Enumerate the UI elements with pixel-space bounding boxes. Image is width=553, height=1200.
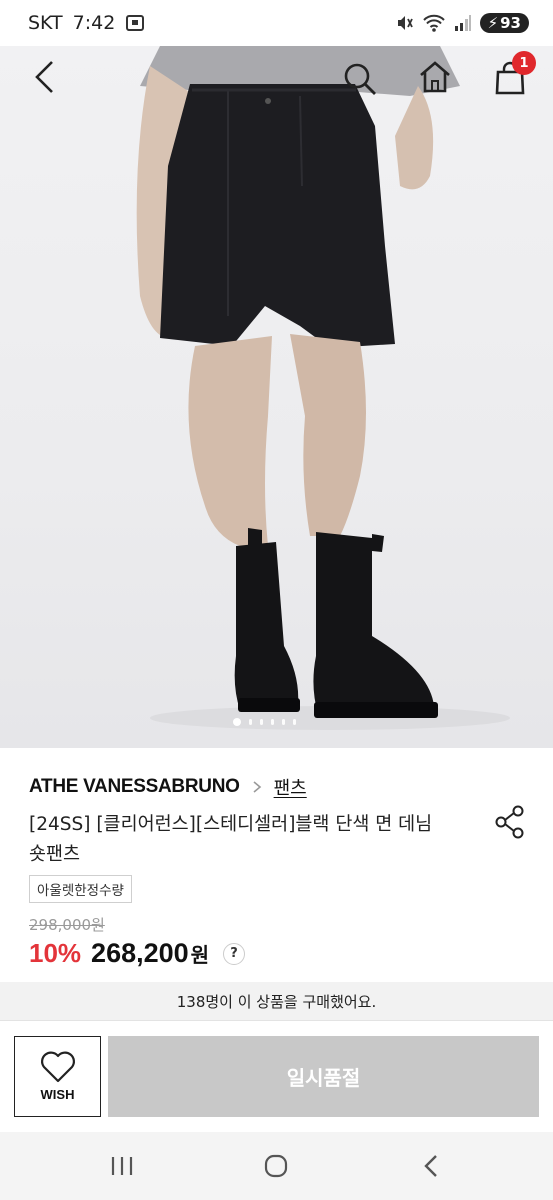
pagination-dot[interactable] xyxy=(293,719,296,725)
recent-apps-button[interactable] xyxy=(108,1154,136,1178)
soldout-button[interactable]: 일시품절 xyxy=(108,1036,539,1117)
home-button[interactable] xyxy=(416,58,454,96)
wish-label: WISH xyxy=(40,1087,75,1102)
system-nav-bar xyxy=(0,1132,553,1200)
category-link[interactable]: 팬츠 xyxy=(274,774,307,800)
pagination-dot[interactable] xyxy=(271,719,274,725)
product-photo xyxy=(136,46,510,730)
cart-count-badge: 1 xyxy=(512,51,536,75)
original-price: 298,000원 xyxy=(29,916,105,934)
gallery-pagination xyxy=(233,718,296,726)
search-button[interactable] xyxy=(341,60,379,98)
home-nav-button[interactable] xyxy=(262,1153,290,1179)
discount-rate: 10% xyxy=(29,938,82,968)
screenshot-icon xyxy=(126,15,145,31)
battery-indicator: ⚡ 93 xyxy=(479,13,529,33)
chevron-left-icon xyxy=(35,61,53,93)
home-icon xyxy=(420,61,450,93)
mute-icon xyxy=(397,16,413,30)
currency-unit: 원 xyxy=(190,943,210,967)
price-help-button[interactable]: ? xyxy=(223,942,246,965)
status-right: ⚡ 93 xyxy=(394,13,529,33)
back-arrow-icon xyxy=(424,1155,437,1177)
product-title: [24SS] [클리어런스][스테디셀러]블랙 단색 면 데님숏팬츠 xyxy=(29,814,433,865)
status-left: SKT 7:42 xyxy=(28,12,145,34)
share-icon xyxy=(495,805,524,839)
breadcrumb: ATHE VANESSABRUNO 팬츠 xyxy=(29,774,307,800)
chevron-right-icon xyxy=(253,781,261,793)
search-icon xyxy=(344,63,376,95)
pagination-dot[interactable] xyxy=(249,719,252,725)
carrier: SKT xyxy=(28,12,63,34)
sale-price: 268,200 xyxy=(91,938,189,968)
signal-icon xyxy=(454,15,471,31)
purchase-count-banner: 138명이 이 상품을 구매했어요. xyxy=(0,982,553,1020)
back-nav-button[interactable] xyxy=(420,1153,442,1179)
clock: 7:42 xyxy=(72,12,116,34)
pagination-dot[interactable] xyxy=(233,718,241,726)
brand-link[interactable]: ATHE VANESSABRUNO xyxy=(29,776,240,798)
recent-apps-icon xyxy=(111,1157,133,1175)
pagination-dot[interactable] xyxy=(260,719,263,725)
wifi-icon xyxy=(422,14,445,32)
product-info: ATHE VANESSABRUNO 팬츠 [24SS] [클리어런스][스테디셀… xyxy=(0,748,553,982)
pagination-dot[interactable] xyxy=(282,719,285,725)
wish-button[interactable]: WISH xyxy=(14,1036,101,1117)
heart-icon xyxy=(40,1051,75,1083)
product-image-gallery[interactable]: 1 xyxy=(0,46,553,748)
limited-stock-tag: 아울렛한정수량 xyxy=(29,875,132,903)
home-circle-icon xyxy=(264,1154,288,1178)
battery-level: 93 xyxy=(500,14,521,32)
cart-button[interactable]: 1 xyxy=(493,51,536,96)
share-button[interactable] xyxy=(494,805,526,843)
bolt-icon: ⚡ xyxy=(487,14,499,32)
price-row: 10% 268,200 원 ? xyxy=(29,938,246,969)
back-button[interactable] xyxy=(28,60,62,94)
action-bar: WISH 일시품절 xyxy=(0,1020,553,1132)
status-bar: SKT 7:42 ⚡ 93 xyxy=(0,0,553,46)
